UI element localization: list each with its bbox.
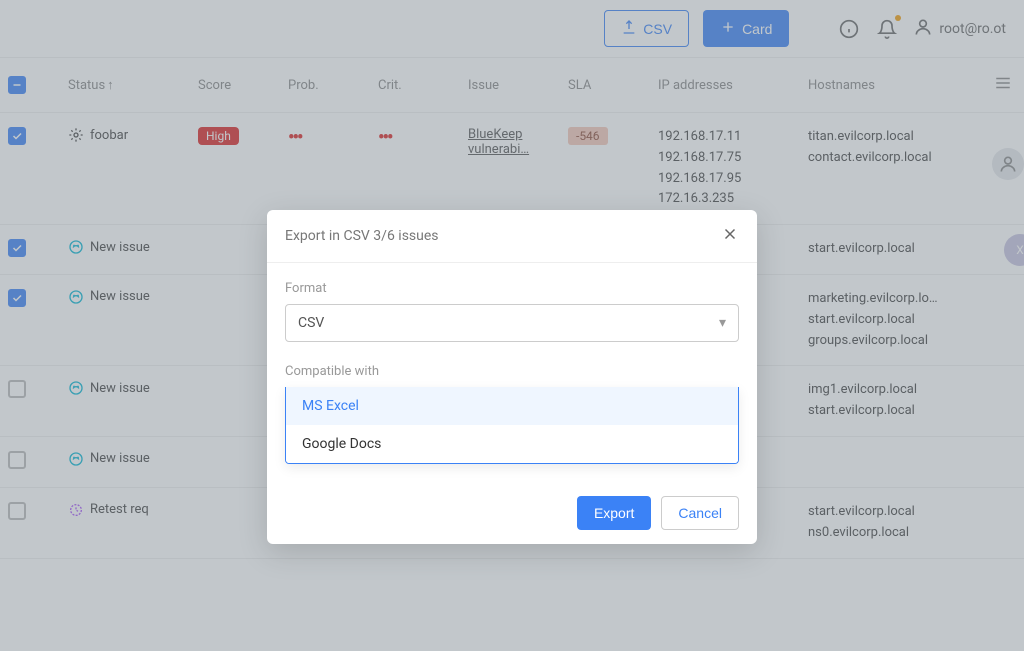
format-select[interactable]: CSV ▾	[285, 304, 739, 342]
option-google-docs[interactable]: Google Docs	[286, 425, 738, 463]
format-label: Format	[285, 281, 739, 296]
close-icon[interactable]	[721, 224, 739, 248]
caret-down-icon: ▾	[719, 315, 726, 331]
export-modal: Export in CSV 3/6 issues Format CSV ▾ Co…	[267, 210, 757, 544]
modal-title: Export in CSV 3/6 issues	[285, 228, 439, 244]
compatible-label: Compatible with	[285, 364, 739, 379]
format-value: CSV	[298, 315, 324, 331]
cancel-button[interactable]: Cancel	[661, 496, 739, 530]
export-button[interactable]: Export	[577, 496, 651, 530]
modal-overlay[interactable]: Export in CSV 3/6 issues Format CSV ▾ Co…	[0, 0, 1024, 651]
compatible-dropdown: MS Excel Google Docs	[285, 387, 739, 464]
option-ms-excel[interactable]: MS Excel	[286, 387, 738, 425]
